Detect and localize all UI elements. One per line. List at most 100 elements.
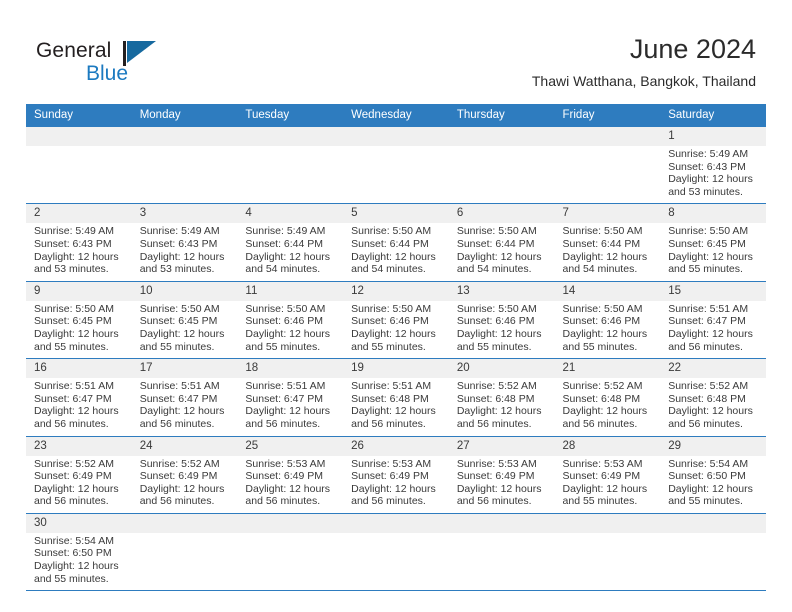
daylight-text: Daylight: 12 hours and 56 minutes. [139, 482, 225, 508]
calendar-day-cell[interactable]: 17 Sunrise: 5:51 AM Sunset: 6:47 PM Dayligh… [131, 358, 238, 437]
calendar-day-cell[interactable]: 5 Sunrise: 5:50 AM Sunset: 6:44 PM Daylight… [343, 203, 449, 282]
calendar-day-content: 5 Sunrise: 5:50 AM Sunset: 6:44 PM Daylight… [343, 204, 449, 280]
sun-times-info: Sunrise: 5:49 AM Sunset: 6:44 PM Daylight:… [237, 223, 343, 280]
daylight-text: Daylight: 12 hours and 56 minutes. [351, 482, 436, 508]
calendar-day-content: 22 Sunrise: 5:52 AM Sunset: 6:48 PM Dayligh… [660, 359, 766, 435]
calendar-day-cell[interactable]: 23 Sunrise: 5:52 AM Sunset: 6:49 PM Dayligh… [26, 436, 132, 514]
calendar-day-cell[interactable]: 25 Sunrise: 5:53 AM Sunset: 6:49 PM Dayligh… [237, 436, 344, 514]
calendar-day-content: 27 Sunrise: 5:53 AM Sunset: 6:49 PM Dayligh… [448, 436, 555, 513]
sunrise-text: Sunrise: 5:52 AM [562, 380, 643, 393]
calendar-day-cell[interactable]: 11 Sunrise: 5:50 AM Sunset: 6:46 PM Dayligh… [237, 281, 344, 360]
day-number: 3 [131, 204, 238, 224]
calendar-day-cell[interactable]: 3 Sunrise: 5:49 AM Sunset: 6:43 PM Daylight… [131, 203, 238, 282]
day-number: 7 [554, 204, 661, 224]
calendar-day-cell[interactable]: 27 Sunrise: 5:53 AM Sunset: 6:49 PM Dayligh… [448, 436, 555, 514]
weekday-header-wednesday: Wednesday [343, 104, 449, 127]
calendar-day-cell[interactable]: 10 Sunrise: 5:50 AM Sunset: 6:45 PM Dayligh… [131, 281, 238, 360]
calendar-day-cell[interactable]: 21 Sunrise: 5:52 AM Sunset: 6:48 PM Dayligh… [554, 358, 661, 437]
sun-times-info: Sunrise: 5:50 AM Sunset: 6:46 PM Daylight:… [237, 301, 343, 358]
day-number [343, 127, 449, 146]
calendar-day-cell[interactable]: 9 Sunrise: 5:50 AM Sunset: 6:45 PM Daylight… [26, 281, 132, 360]
calendar-day-cell[interactable]: 20 Sunrise: 5:52 AM Sunset: 6:48 PM Dayligh… [448, 358, 555, 437]
sunrise-text: Sunrise: 5:50 AM [245, 302, 326, 315]
sun-times-info: Sunrise: 5:54 AM Sunset: 6:50 PM Daylight:… [660, 456, 766, 513]
calendar-day-cell[interactable] [131, 127, 238, 205]
calendar-page: General Blue June 2024 Thawi Watthana, B… [0, 0, 792, 612]
sunrise-text: Sunrise: 5:51 AM [139, 380, 220, 393]
calendar-day-cell[interactable] [448, 127, 555, 205]
sunrise-text: Sunrise: 5:54 AM [668, 457, 749, 470]
calendar-day-empty [343, 513, 449, 586]
sun-times-info: Sunrise: 5:53 AM Sunset: 6:49 PM Daylight:… [343, 456, 449, 513]
calendar-day-cell[interactable]: 6 Sunrise: 5:50 AM Sunset: 6:44 PM Daylight… [448, 203, 555, 282]
daylight-text: Daylight: 12 hours and 55 minutes. [34, 327, 119, 353]
sun-times-info: Sunrise: 5:52 AM Sunset: 6:49 PM Daylight:… [132, 456, 238, 513]
daylight-text: Daylight: 12 hours and 55 minutes. [562, 482, 648, 508]
calendar-day-cell[interactable]: 18 Sunrise: 5:51 AM Sunset: 6:47 PM Dayligh… [237, 358, 344, 437]
calendar-day-cell[interactable]: 12 Sunrise: 5:50 AM Sunset: 6:46 PM Dayligh… [343, 281, 449, 360]
daylight-text: Daylight: 12 hours and 55 minutes. [562, 327, 648, 353]
sunrise-text: Sunrise: 5:50 AM [456, 225, 537, 238]
calendar-day-cell[interactable]: 26 Sunrise: 5:53 AM Sunset: 6:49 PM Dayligh… [343, 436, 449, 514]
sun-times-info: Sunrise: 5:50 AM Sunset: 6:44 PM Daylight:… [449, 223, 555, 280]
calendar-day-cell[interactable]: 14 Sunrise: 5:50 AM Sunset: 6:46 PM Dayligh… [554, 281, 661, 360]
day-number: 8 [660, 204, 766, 224]
calendar-day-cell[interactable]: 22 Sunrise: 5:52 AM Sunset: 6:48 PM Dayligh… [660, 358, 766, 437]
calendar-day-empty [26, 127, 132, 199]
calendar-day-cell[interactable]: 13 Sunrise: 5:50 AM Sunset: 6:46 PM Dayligh… [448, 281, 555, 360]
sun-times-info: Sunrise: 5:50 AM Sunset: 6:46 PM Daylight:… [343, 301, 449, 358]
calendar-day-cell[interactable] [237, 127, 344, 205]
calendar-day-empty [554, 513, 661, 586]
sun-times-info: Sunrise: 5:52 AM Sunset: 6:48 PM Daylight:… [555, 378, 661, 435]
day-number: 12 [343, 281, 449, 301]
calendar-day-cell[interactable] [343, 127, 449, 205]
calendar-day-cell[interactable]: 4 Sunrise: 5:49 AM Sunset: 6:44 PM Daylight… [237, 203, 344, 282]
calendar-day-cell[interactable]: 28 Sunrise: 5:53 AM Sunset: 6:49 PM Dayligh… [554, 436, 661, 514]
calendar-body: 1 Sunrise: 5:49 AM Sunset: 6:43 PM Daylight… [26, 127, 766, 592]
sunset-text: Sunset: 6:44 PM [562, 237, 641, 250]
calendar-day-content: 20 Sunrise: 5:52 AM Sunset: 6:48 PM Dayligh… [448, 359, 555, 435]
sunset-text: Sunset: 6:47 PM [668, 315, 746, 328]
calendar-day-content: 21 Sunrise: 5:52 AM Sunset: 6:48 PM Dayligh… [554, 359, 661, 435]
sunset-text: Sunset: 6:48 PM [562, 392, 641, 405]
day-number [26, 127, 132, 146]
sunset-text: Sunset: 6:49 PM [245, 470, 324, 483]
calendar-day-content: 15 Sunrise: 5:51 AM Sunset: 6:47 PM Dayligh… [660, 281, 766, 358]
calendar-day-cell[interactable]: 1 Sunrise: 5:49 AM Sunset: 6:43 PM Daylight… [660, 127, 766, 205]
calendar-day-cell[interactable]: 24 Sunrise: 5:52 AM Sunset: 6:49 PM Dayligh… [131, 436, 238, 514]
sunrise-text: Sunrise: 5:50 AM [668, 225, 749, 238]
calendar-day-cell[interactable] [237, 513, 344, 592]
calendar-day-cell[interactable] [343, 513, 449, 592]
calendar-day-cell[interactable]: 19 Sunrise: 5:51 AM Sunset: 6:48 PM Dayligh… [343, 358, 449, 437]
calendar-day-cell[interactable]: 8 Sunrise: 5:50 AM Sunset: 6:45 PM Daylight… [660, 203, 766, 282]
day-number: 20 [448, 359, 555, 379]
calendar-day-cell[interactable]: 29 Sunrise: 5:54 AM Sunset: 6:50 PM Dayligh… [660, 436, 766, 514]
calendar-day-content: 26 Sunrise: 5:53 AM Sunset: 6:49 PM Dayligh… [343, 436, 449, 513]
calendar-day-cell[interactable] [131, 513, 238, 592]
calendar-day-cell[interactable]: 16 Sunrise: 5:51 AM Sunset: 6:47 PM Dayligh… [26, 358, 132, 437]
weekday-header-thursday: Thursday [448, 104, 555, 127]
calendar-day-cell[interactable] [660, 513, 766, 592]
calendar-day-empty [448, 127, 555, 199]
calendar-day-content: 8 Sunrise: 5:50 AM Sunset: 6:45 PM Daylight… [660, 204, 766, 280]
day-number: 18 [237, 359, 344, 379]
sun-times-info: Sunrise: 5:52 AM Sunset: 6:49 PM Daylight:… [26, 456, 132, 513]
calendar-day-cell[interactable]: 15 Sunrise: 5:51 AM Sunset: 6:47 PM Dayligh… [660, 281, 766, 360]
calendar-day-cell[interactable] [26, 127, 132, 205]
calendar-day-cell[interactable]: 7 Sunrise: 5:50 AM Sunset: 6:44 PM Daylight… [554, 203, 661, 282]
calendar-day-cell[interactable]: 2 Sunrise: 5:49 AM Sunset: 6:43 PM Daylight… [26, 203, 132, 282]
calendar-day-content: 14 Sunrise: 5:50 AM Sunset: 6:46 PM Dayligh… [554, 281, 661, 358]
sun-times-info: Sunrise: 5:51 AM Sunset: 6:47 PM Daylight:… [660, 301, 766, 358]
calendar-day-cell[interactable] [554, 513, 661, 592]
day-number [343, 513, 449, 533]
day-number [131, 513, 238, 533]
calendar-day-cell[interactable] [448, 513, 555, 592]
calendar-day-content: 9 Sunrise: 5:50 AM Sunset: 6:45 PM Daylight… [26, 281, 132, 358]
weekday-header-monday: Monday [131, 104, 238, 127]
sunset-text: Sunset: 6:44 PM [456, 237, 535, 250]
calendar-day-cell[interactable] [554, 127, 661, 205]
calendar-day-cell[interactable]: 30 Sunrise: 5:54 AM Sunset: 6:50 PM Dayligh… [26, 513, 132, 592]
logo-text-blue: Blue [86, 62, 129, 85]
day-number: 4 [237, 204, 344, 224]
sunrise-text: Sunrise: 5:51 AM [34, 380, 114, 393]
